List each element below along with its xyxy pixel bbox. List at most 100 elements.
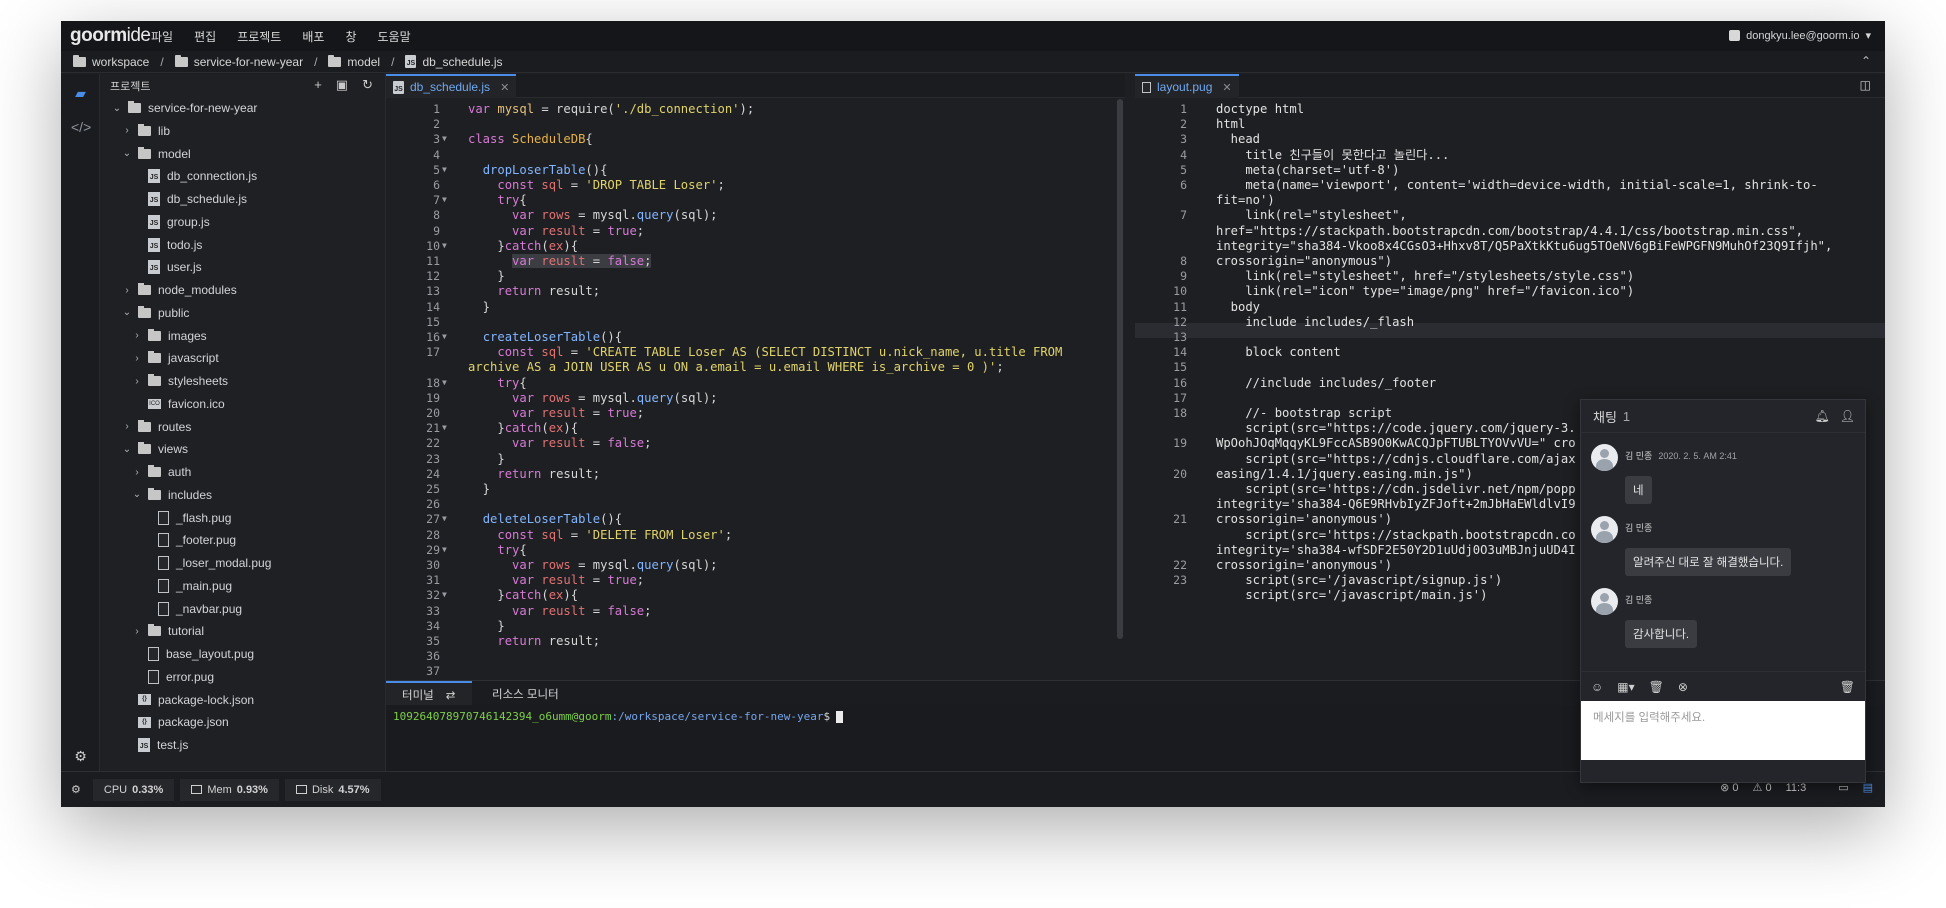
goorm-logo[interactable]: goormide — [61, 25, 151, 47]
refresh-icon[interactable]: ⇄ — [446, 688, 456, 702]
close-icon[interactable]: ✕ — [500, 81, 509, 94]
code-line: } — [468, 482, 491, 496]
tree-item[interactable]: JS group.js — [100, 211, 210, 233]
fold-toggle-icon[interactable]: ▼ — [442, 378, 447, 387]
code-line: dropLoserTable(){ — [482, 162, 608, 177]
code-line: var rows = mysql.query(sql); — [512, 208, 718, 223]
tab-terminal[interactable]: 터미널 ⇄ — [386, 681, 472, 706]
menu-window[interactable]: 창 — [345, 28, 356, 45]
user-menu[interactable]: dongkyu.lee@goorm.io ▾ — [1729, 29, 1871, 42]
tree-item-label: views — [158, 442, 189, 457]
tree-item[interactable]: › javascript — [100, 347, 219, 369]
fold-toggle-icon[interactable]: ▼ — [442, 134, 447, 143]
code-editor-left[interactable]: 1 2 3 ▼ 4 5 ▼ 6 7 ▼ 8 9 10 ▼ 11 12 13 14 15 16 ▼ 17 18 ▼ 19 20 21 ▼… — [386, 99, 1125, 680]
line-number: 10 — [1173, 284, 1187, 299]
fold-toggle-icon[interactable]: ▼ — [442, 165, 447, 174]
code-line: doctype html — [1216, 102, 1305, 116]
fold-toggle-icon[interactable]: ▼ — [442, 195, 447, 204]
menu-deploy[interactable]: 배포 — [302, 28, 324, 45]
close-icon[interactable]: ✕ — [1222, 81, 1231, 94]
menu-help[interactable]: 도움말 — [378, 28, 411, 45]
tree-item[interactable]: JS test.js — [100, 734, 188, 756]
tree-item[interactable]: {} package-lock.json — [100, 689, 254, 711]
emoji-icon[interactable]: ☺ — [1591, 680, 1603, 694]
breadcrumb-workspace[interactable]: workspace — [73, 54, 149, 69]
gear-icon[interactable]: ⚙ — [71, 747, 90, 766]
close-circle-icon[interactable]: ⊗ — [1678, 680, 1688, 694]
tree-item[interactable]: ⌄ views — [100, 438, 188, 460]
tree-item[interactable]: _navbar.pug — [100, 598, 242, 620]
menu-file[interactable]: 파일 — [151, 28, 173, 45]
new-folder-icon[interactable]: ▣ — [336, 77, 348, 93]
tree-item[interactable]: › images — [100, 325, 207, 347]
trash-icon[interactable]: 🗑︎ — [1649, 680, 1664, 694]
tree-item[interactable]: base_layout.pug — [100, 643, 254, 665]
tree-item[interactable]: JS db_connection.js — [100, 165, 257, 187]
fold-toggle-icon[interactable]: ▼ — [442, 332, 447, 341]
tree-item[interactable]: › auth — [100, 461, 191, 483]
tree-item[interactable]: › node_modules — [100, 279, 237, 301]
tree-item[interactable]: {} package.json — [100, 711, 229, 733]
code-line: const sql = 'CREATE TABLE Loser AS (SELE… — [497, 345, 1063, 360]
fold-toggle-icon[interactable]: ▼ — [442, 514, 447, 523]
line-number: 17 — [1173, 390, 1187, 405]
fold-toggle-icon[interactable]: ▼ — [442, 590, 447, 599]
breadcrumb-project[interactable]: service-for-new-year — [174, 54, 303, 69]
tab-resource-monitor[interactable]: 리소스 모니터 — [476, 681, 575, 706]
fold-toggle-icon[interactable]: ▼ — [442, 423, 447, 432]
tree-item[interactable]: ⌄ public — [100, 302, 189, 324]
file-attach-icon[interactable]: ▦▾ — [1617, 680, 1634, 694]
fold-toggle-icon[interactable]: ▼ — [442, 241, 447, 250]
code-line: try{ — [497, 193, 527, 208]
line-number: 21 — [1173, 512, 1187, 527]
chat-input[interactable]: 메세지를 입력해주세요. — [1581, 701, 1865, 760]
refresh-icon[interactable]: ↻ — [362, 77, 373, 93]
message-author: 김 민종 — [1625, 523, 1653, 533]
code-line: createLoserTable(){ — [482, 330, 623, 344]
tree-item[interactable]: › tutorial — [100, 620, 204, 642]
add-icon[interactable]: + — [314, 77, 322, 93]
bell-icon[interactable]: 🔔︎ — [1815, 409, 1830, 423]
tree-item[interactable]: ⌄ includes — [100, 484, 212, 506]
user-icon[interactable]: 👤︎ — [1840, 409, 1855, 423]
code-line: }catch(ex){ — [468, 588, 579, 603]
menu-project[interactable]: 프로젝트 — [237, 28, 281, 45]
tree-item[interactable]: › lib — [100, 120, 170, 142]
settings-icon[interactable]: ⚙ — [71, 783, 81, 796]
tree-item[interactable]: ⌄ service-for-new-year — [100, 97, 257, 119]
delete-icon[interactable]: 🗑︎ — [1840, 680, 1855, 694]
tree-item[interactable]: JS user.js — [100, 256, 202, 278]
folder-icon — [138, 146, 151, 159]
image-file-icon: ICO — [148, 398, 161, 409]
tree-item[interactable]: › routes — [100, 416, 191, 438]
code-line: href="https://stackpath.bootstrapcdn.com… — [1216, 223, 1803, 238]
code-icon[interactable]: </> — [71, 118, 91, 137]
tree-item[interactable]: error.pug — [100, 666, 214, 688]
code-line: crossorigin='anonymous') — [1216, 512, 1393, 527]
tree-item[interactable]: _loser_modal.pug — [100, 552, 271, 574]
tree-item[interactable]: _flash.pug — [100, 507, 231, 529]
tab-layout-pug[interactable]: layout.pug ✕ — [1135, 74, 1239, 98]
js-file-icon: JS — [148, 169, 160, 184]
line-number: 21 — [426, 421, 440, 436]
tree-item[interactable]: _main.pug — [100, 575, 232, 597]
line-number: 11 — [426, 254, 440, 268]
vertical-scrollbar[interactable] — [1117, 99, 1123, 639]
split-editor-icon[interactable]: ◫ — [1860, 78, 1871, 92]
tree-item[interactable]: ⌄ model — [100, 143, 191, 165]
tree-item[interactable]: JS db_schedule.js — [100, 188, 247, 210]
fold-toggle-icon[interactable]: ▼ — [442, 545, 447, 554]
menu-edit[interactable]: 편집 — [194, 28, 216, 45]
tab-db-schedule[interactable]: JS db_schedule.js ✕ — [386, 74, 517, 98]
js-file-icon: JS — [405, 55, 417, 68]
breadcrumb-model[interactable]: model — [328, 54, 380, 69]
collapse-icon[interactable]: ⌃ — [1861, 54, 1871, 68]
breadcrumb-file[interactable]: JS db_schedule.js — [405, 55, 503, 69]
tree-item[interactable]: JS todo.js — [100, 234, 202, 256]
tree-item[interactable]: › stylesheets — [100, 370, 228, 392]
project-explorer-icon[interactable]: ▰ — [71, 84, 90, 103]
tree-item[interactable]: ICO favicon.ico — [100, 393, 225, 415]
code-area[interactable]: var mysql = require('./db_connection'); c… — [468, 99, 1125, 680]
tree-item[interactable]: _footer.pug — [100, 529, 236, 551]
file-icon — [158, 533, 169, 548]
